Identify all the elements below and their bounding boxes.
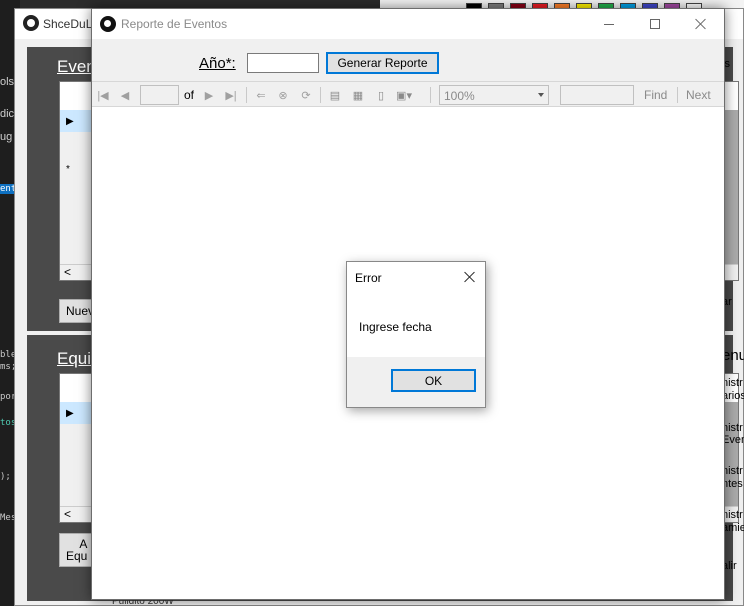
toolbar-separator: [677, 87, 678, 103]
toolbar-separator: [320, 87, 321, 103]
last-page-icon[interactable]: ▶|: [224, 88, 238, 102]
background-app-title: ShceDuL: [43, 17, 93, 31]
dialog-footer: OK: [347, 357, 485, 407]
export-icon[interactable]: ▣▾: [396, 88, 412, 102]
minimize-icon: [604, 23, 614, 25]
report-form: Año*: Generar Reporte: [92, 39, 724, 81]
scroll-left-icon[interactable]: <: [60, 507, 71, 521]
background-right-text: Even: [722, 434, 744, 446]
background-right-text[interactable]: nistr: [722, 422, 743, 434]
background-edge-text: ols: [0, 76, 15, 88]
close-button[interactable]: [678, 9, 724, 39]
row-pointer-icon: ▶: [66, 116, 74, 127]
zoom-select[interactable]: 100%: [439, 85, 549, 105]
background-right-text[interactable]: nistr: [722, 465, 743, 477]
page-setup-icon[interactable]: ▯: [374, 88, 388, 102]
close-icon: [695, 18, 707, 30]
maximize-button[interactable]: [632, 9, 678, 39]
background-right-text: enu: [722, 347, 744, 364]
report-viewer-toolbar: |◀ ◀ of ▶ ▶| ⇐ ⊗ ⟳ ▤ ▦ ▯ ▣▾ 100% Find Ne…: [92, 81, 724, 107]
first-page-icon[interactable]: |◀: [96, 88, 110, 102]
year-input[interactable]: [247, 53, 319, 73]
dialog-close-button[interactable]: [457, 266, 483, 288]
chevron-down-icon: [538, 93, 544, 97]
background-edge-text: dic: [0, 108, 15, 120]
scroll-left-icon[interactable]: <: [60, 265, 71, 279]
print-layout-icon[interactable]: ▦: [351, 88, 365, 102]
zoom-value: 100%: [444, 89, 475, 103]
editor-selected-item: ento: [0, 184, 22, 194]
button-line: Equ: [66, 549, 88, 563]
find-link[interactable]: Find: [644, 88, 667, 102]
events-heading: Even: [57, 57, 96, 76]
background-right-text[interactable]: nistr: [722, 377, 743, 389]
previous-page-icon[interactable]: ◀: [118, 88, 132, 102]
toolbar-separator: [430, 87, 431, 103]
background-equipment-button[interactable]: A Equ: [59, 533, 95, 567]
find-input[interactable]: [560, 85, 634, 105]
window-titlebar[interactable]: Reporte de Eventos: [92, 9, 724, 39]
page-number-input[interactable]: [140, 85, 179, 105]
print-icon[interactable]: ▤: [328, 88, 342, 102]
refresh-icon[interactable]: ⟳: [299, 88, 313, 102]
page-of-label: of: [184, 88, 195, 102]
stop-icon[interactable]: ⊗: [276, 88, 290, 102]
close-icon: [464, 271, 476, 283]
background-right-text[interactable]: nistr: [722, 509, 743, 521]
background-right-text: arios: [722, 390, 744, 402]
year-label: Año*:: [199, 55, 236, 72]
back-icon[interactable]: ⇐: [254, 88, 268, 102]
next-link[interactable]: Next: [686, 88, 711, 102]
row-pointer-icon: ▶: [66, 408, 74, 419]
grid-row-header: [60, 110, 94, 266]
error-dialog: Error Ingrese fecha OK: [346, 261, 486, 408]
toolbar-separator: [246, 87, 247, 103]
window-title: Reporte de Eventos: [121, 17, 228, 31]
dialog-title: Error: [355, 271, 382, 285]
generate-report-button[interactable]: Generar Reporte: [326, 52, 439, 74]
background-right-text: ntes: [722, 478, 743, 490]
ok-button[interactable]: OK: [391, 369, 476, 392]
app-logo-icon: [23, 15, 39, 31]
new-row-marker: *: [66, 164, 70, 175]
background-right-text: amie: [722, 522, 744, 534]
background-edge-text: ug: [0, 131, 13, 143]
dialog-message: Ingrese fecha: [359, 320, 432, 334]
equipment-heading: Equi: [57, 349, 92, 368]
editor-line: );: [0, 472, 11, 482]
next-page-icon[interactable]: ▶: [202, 88, 216, 102]
minimize-button[interactable]: [586, 9, 632, 39]
app-logo-icon: [100, 16, 116, 32]
maximize-icon: [650, 19, 660, 29]
